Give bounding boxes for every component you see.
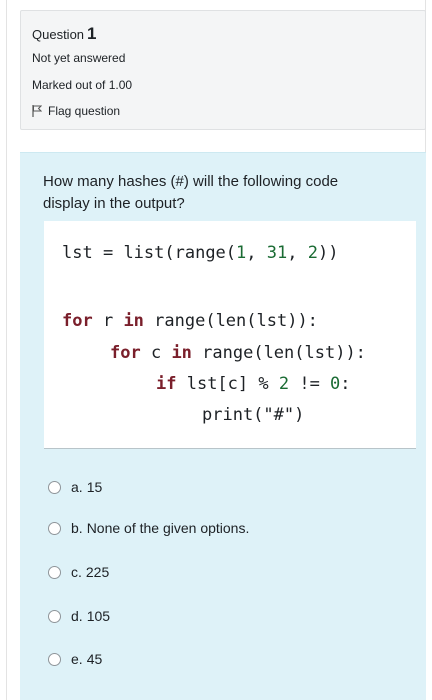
code-token: , [287, 243, 308, 263]
answer-option-c[interactable]: c. 225 [48, 564, 109, 580]
answer-option-e[interactable]: e. 45 [48, 651, 102, 667]
code-line-2: for r in range(len(lst)): [62, 311, 318, 331]
code-number: 31 [266, 243, 288, 263]
code-token: = [92, 243, 124, 263]
option-letter: d. [71, 608, 83, 624]
option-letter: c. [71, 564, 82, 580]
code-token: list(range( [123, 243, 237, 263]
flag-question-link[interactable]: Flag question [32, 104, 120, 118]
code-number: 2 [278, 374, 290, 394]
radio-button[interactable] [48, 565, 61, 579]
code-token: : [340, 374, 351, 394]
code-line-1: lst = list(range(1, 31, 2)) [62, 243, 338, 263]
flag-icon [32, 105, 42, 117]
answer-option-a[interactable]: a. 15 [48, 479, 102, 495]
code-number: 1 [236, 243, 247, 263]
code-token: c [140, 343, 172, 363]
question-formulation: How many hashes (#) will the following c… [20, 152, 426, 700]
option-text: None of the given options. [86, 520, 250, 536]
option-letter: e. [71, 651, 83, 667]
answer-option-b[interactable]: b. None of the given options. [48, 520, 249, 536]
code-token: range(len(lst)): [143, 311, 318, 331]
code-keyword: if [156, 374, 177, 394]
option-text: 105 [86, 608, 111, 624]
code-token: print("#") [202, 405, 305, 425]
code-line-3: for c in range(len(lst)): [110, 343, 366, 363]
code-number: 0 [330, 374, 341, 394]
radio-button[interactable] [48, 480, 61, 494]
flag-question-label: Flag question [48, 104, 121, 118]
option-letter: a. [71, 479, 83, 495]
option-text: 225 [85, 564, 110, 580]
code-token: )) [317, 243, 339, 263]
quiz-page: Question 1 Not yet answered Marked out of… [6, 0, 426, 700]
option-text: 45 [86, 651, 103, 667]
code-token: , [246, 243, 267, 263]
code-number: 2 [307, 243, 318, 263]
code-keyword: in [171, 343, 192, 363]
code-keyword: in [123, 311, 144, 331]
code-block: lst = list(range(1, 31, 2)) for r in ran… [44, 221, 416, 449]
radio-button[interactable] [48, 652, 61, 666]
radio-button[interactable] [48, 521, 61, 535]
question-title: Question 1 [32, 24, 97, 44]
code-keyword: for [110, 343, 141, 363]
question-state: Not yet answered [32, 51, 126, 65]
code-line-5: print("#") [202, 405, 304, 425]
question-text: How many hashes (#) will the following c… [43, 173, 339, 212]
option-text: 15 [86, 479, 103, 495]
option-letter: b. [71, 520, 83, 536]
question-grade: Marked out of 1.00 [32, 78, 133, 92]
question-number: 1 [87, 24, 97, 43]
question-info-panel: Question 1 Not yet answered Marked out of… [20, 10, 426, 130]
code-token: lst[c] % [176, 374, 279, 394]
answer-option-d[interactable]: d. 105 [48, 608, 110, 624]
radio-button[interactable] [48, 609, 61, 623]
code-line-4: if lst[c] % 2 != 0: [156, 374, 351, 394]
code-token: r [92, 311, 124, 331]
code-keyword: for [62, 311, 93, 331]
question-label: Question [32, 27, 85, 42]
code-token: != [289, 374, 331, 394]
code-token: lst [62, 243, 93, 263]
code-token: range(len(lst)): [191, 343, 366, 363]
